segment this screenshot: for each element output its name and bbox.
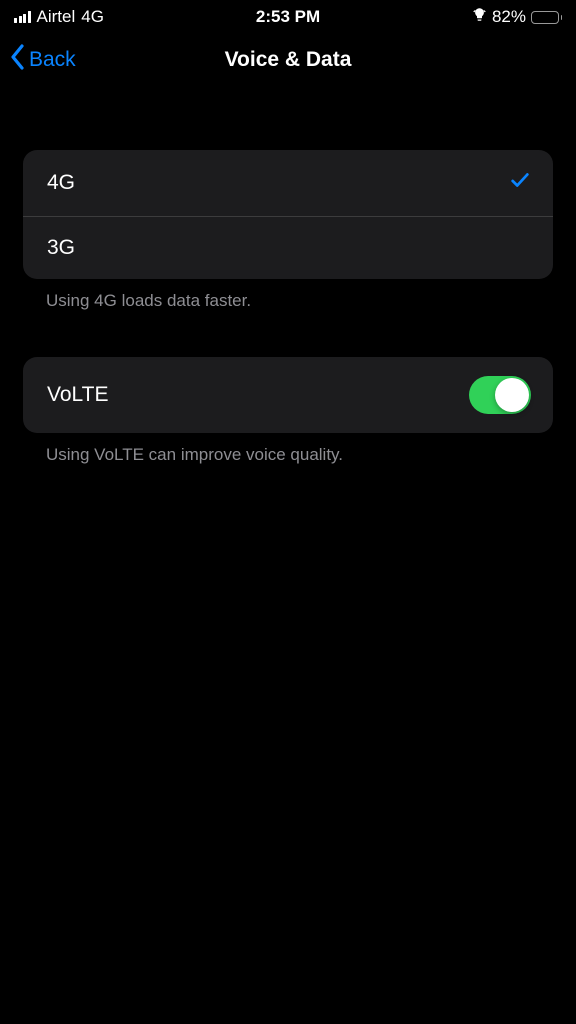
volte-footer: Using VoLTE can improve voice quality. [0, 433, 576, 465]
checkmark-icon [509, 169, 531, 197]
back-button[interactable]: Back [10, 44, 76, 76]
carrier-label: Airtel [37, 7, 76, 27]
network-option-label: 4G [47, 171, 75, 195]
alarm-icon [472, 7, 487, 27]
page-title: Voice & Data [225, 48, 352, 72]
network-option-3g[interactable]: 3G [23, 216, 553, 279]
volte-group: VoLTE [23, 357, 553, 433]
status-bar-left: Airtel 4G [14, 7, 104, 27]
volte-label: VoLTE [47, 383, 108, 407]
status-bar-time: 2:53 PM [256, 7, 320, 27]
status-bar-right: 82% [472, 7, 562, 27]
network-options-group: 4G 3G [23, 150, 553, 279]
battery-percentage-label: 82% [492, 7, 526, 27]
network-option-label: 3G [47, 236, 75, 260]
chevron-left-icon [10, 44, 25, 76]
signal-strength-icon [14, 11, 31, 23]
network-options-footer: Using 4G loads data faster. [0, 279, 576, 311]
back-button-label: Back [29, 48, 76, 72]
network-type-label: 4G [81, 7, 104, 27]
volte-row: VoLTE [23, 357, 553, 433]
battery-icon [531, 11, 562, 24]
content: 4G 3G Using 4G loads data faster. VoLTE … [0, 88, 576, 465]
navigation-bar: Back Voice & Data [0, 32, 576, 88]
toggle-knob [495, 378, 529, 412]
network-option-4g[interactable]: 4G [23, 150, 553, 216]
status-bar: Airtel 4G 2:53 PM 82% [0, 0, 576, 32]
volte-toggle[interactable] [469, 376, 531, 414]
